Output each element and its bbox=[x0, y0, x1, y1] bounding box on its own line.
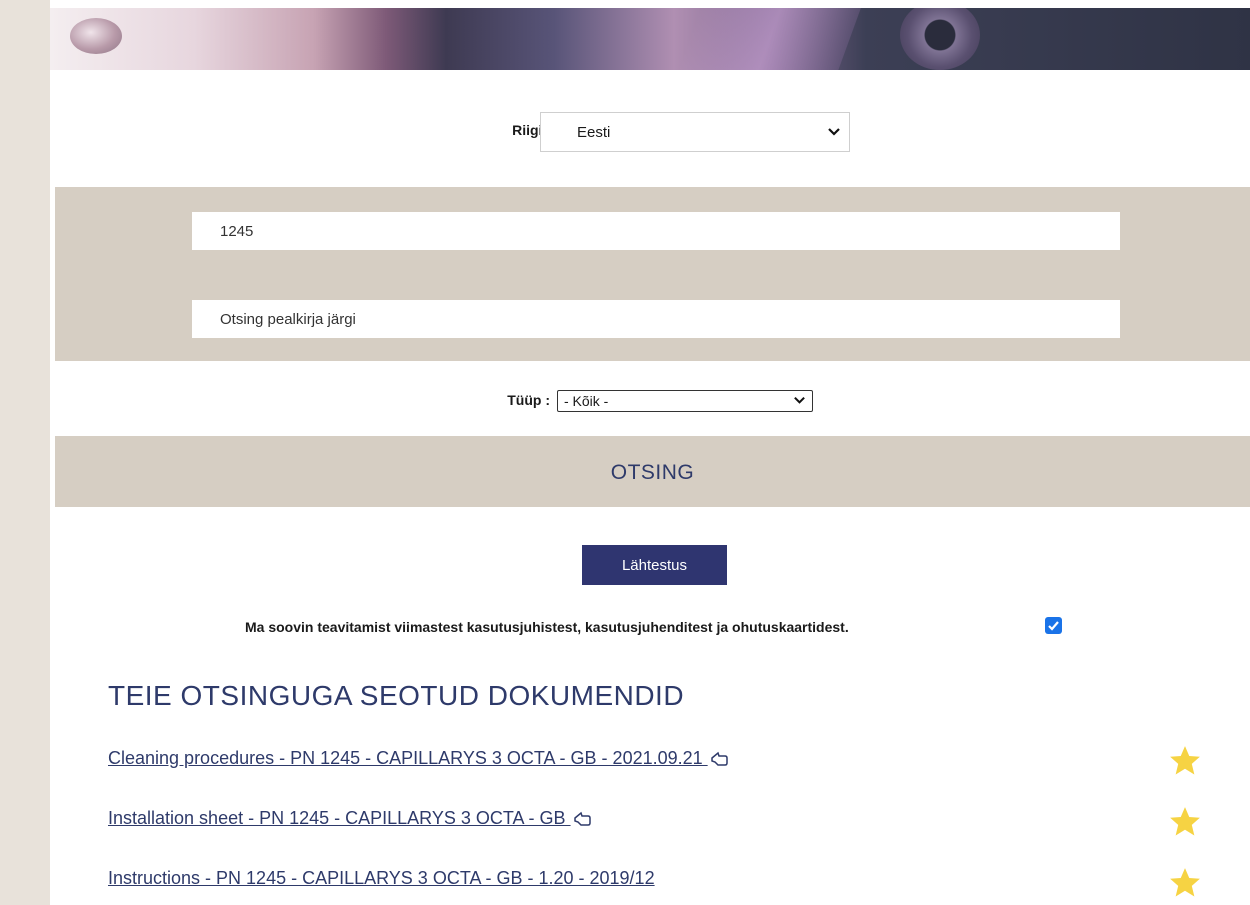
document-link[interactable]: Instructions - PN 1245 - CAPILLARYS 3 OC… bbox=[108, 868, 655, 889]
title-search-placeholder: Otsing pealkirja järgi bbox=[220, 311, 356, 328]
notification-text: Ma soovin teavitamist viimastest kasutus… bbox=[245, 619, 849, 635]
banner-decor-tube bbox=[675, 8, 865, 70]
document-link-label: Instructions - PN 1245 - CAPILLARYS 3 OC… bbox=[108, 868, 655, 888]
notification-optin: Ma soovin teavitamist viimastest kasutus… bbox=[0, 616, 1250, 638]
hand-pointer-icon bbox=[710, 751, 728, 766]
search-panel: 1245 Otsing pealkirja järgi bbox=[55, 187, 1250, 361]
part-number-value: 1245 bbox=[220, 223, 254, 240]
banner-decor-disc bbox=[70, 18, 122, 54]
checkmark-icon bbox=[1048, 621, 1059, 631]
favorite-star-icon[interactable] bbox=[1167, 866, 1203, 900]
chevron-down-icon bbox=[828, 128, 840, 136]
type-label: Tüüp : bbox=[507, 392, 550, 408]
favorite-star-icon[interactable] bbox=[1167, 805, 1203, 839]
favorite-star-icon[interactable] bbox=[1167, 744, 1203, 778]
type-select[interactable]: - Kõik - bbox=[557, 390, 813, 412]
search-button[interactable]: OTSING bbox=[55, 436, 1250, 507]
country-selection-row: Riigi valik : Eesti bbox=[50, 110, 1250, 154]
notification-checkbox[interactable] bbox=[1045, 617, 1062, 634]
header-banner-image bbox=[50, 8, 1250, 70]
document-link-label: Installation sheet - PN 1245 - CAPILLARY… bbox=[108, 808, 571, 828]
country-select[interactable]: Eesti bbox=[540, 112, 850, 152]
type-select-value: - Kõik - bbox=[564, 393, 609, 409]
reset-button[interactable]: Lähtestus bbox=[582, 545, 727, 585]
banner-decor-cap bbox=[900, 8, 980, 70]
document-link-label: Cleaning procedures - PN 1245 - CAPILLAR… bbox=[108, 748, 708, 768]
document-link[interactable]: Installation sheet - PN 1245 - CAPILLARY… bbox=[108, 808, 593, 829]
results-heading: TEIE OTSINGUGA SEOTUD DOKUMENDID bbox=[108, 680, 685, 711]
left-margin-strip bbox=[0, 0, 50, 905]
type-filter-row: Tüüp : - Kõik - bbox=[55, 361, 1250, 436]
document-link[interactable]: Cleaning procedures - PN 1245 - CAPILLAR… bbox=[108, 748, 730, 769]
search-button-label: OTSING bbox=[610, 461, 695, 484]
title-search-input[interactable]: Otsing pealkirja järgi bbox=[192, 300, 1120, 338]
country-select-value: Eesti bbox=[577, 124, 611, 141]
part-number-input[interactable]: 1245 bbox=[192, 212, 1120, 250]
chevron-down-icon bbox=[794, 396, 805, 404]
hand-pointer-icon bbox=[573, 811, 591, 826]
